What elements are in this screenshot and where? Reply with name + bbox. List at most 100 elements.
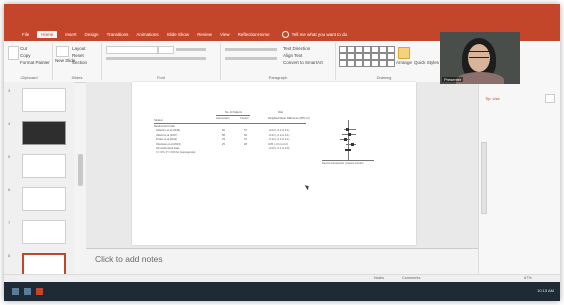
list-controls[interactable] bbox=[225, 48, 277, 51]
slide-thumbnail[interactable] bbox=[22, 187, 66, 211]
clipboard-group: Cut Copy Format Painter Clipboard bbox=[6, 43, 53, 80]
table-cell-ci: 0.05 (−0.1 to 0.2) bbox=[268, 142, 288, 146]
paragraph-group: Text Direction Align Text Convert to Sma… bbox=[221, 43, 336, 80]
zoom-level[interactable]: 67% bbox=[524, 276, 532, 280]
slides-group-label: Slides bbox=[71, 75, 83, 80]
shape-icon[interactable] bbox=[347, 60, 355, 67]
thumbnails-scrollbar[interactable] bbox=[78, 154, 83, 186]
shape-icon[interactable] bbox=[379, 60, 387, 67]
clipboard-group-label: Clipboard bbox=[20, 75, 38, 80]
shape-icon[interactable] bbox=[355, 53, 363, 60]
shape-icon[interactable] bbox=[339, 46, 347, 53]
shape-icon[interactable] bbox=[339, 60, 347, 67]
shape-icon[interactable] bbox=[355, 46, 363, 53]
tell-me-box[interactable]: Tell me what you want to do bbox=[281, 31, 348, 38]
layout-button[interactable]: Layout bbox=[72, 46, 86, 51]
ribbon-tab[interactable]: View bbox=[220, 32, 230, 37]
ribbon-tab[interactable]: Review bbox=[197, 32, 212, 37]
slide-number: 8 bbox=[8, 253, 11, 258]
ribbon-tab[interactable]: Home bbox=[37, 31, 58, 38]
font-size-controls[interactable] bbox=[176, 48, 206, 51]
slide-thumbnail[interactable] bbox=[22, 220, 66, 244]
shape-icon[interactable] bbox=[379, 46, 387, 53]
pane-tip[interactable]: Tip: Use bbox=[485, 96, 500, 101]
convert-smartart-button[interactable]: Convert to SmartArt bbox=[283, 60, 323, 65]
shape-icon[interactable] bbox=[363, 46, 371, 53]
shape-icon[interactable] bbox=[347, 53, 355, 60]
slide-thumbnail[interactable] bbox=[22, 88, 66, 112]
reset-button[interactable]: Reset bbox=[72, 53, 84, 58]
shape-icon[interactable] bbox=[387, 60, 395, 67]
slide-thumbnail[interactable] bbox=[22, 154, 66, 178]
shape-icon[interactable] bbox=[387, 46, 395, 53]
slide-thumbnails-pane: 3 4 5 6 7 8 bbox=[4, 82, 74, 294]
point-3 bbox=[344, 137, 347, 141]
notes-pane[interactable]: Click to add notes bbox=[86, 248, 478, 275]
shape-icon[interactable] bbox=[371, 60, 379, 67]
font-name-box[interactable] bbox=[106, 46, 158, 54]
start-icon[interactable] bbox=[12, 288, 19, 295]
font-group: Font bbox=[102, 43, 221, 80]
slide-number: 5 bbox=[8, 154, 11, 159]
ribbon-tab[interactable]: Insert bbox=[65, 32, 76, 37]
col-sub-intervention: Intervention bbox=[216, 117, 230, 120]
null-line bbox=[348, 120, 349, 160]
shape-icon[interactable] bbox=[363, 60, 371, 67]
slide-number: 3 bbox=[8, 88, 11, 93]
point-4 bbox=[351, 142, 354, 146]
shape-icon[interactable] bbox=[339, 53, 347, 60]
quick-styles-button[interactable]: Quick Styles bbox=[414, 60, 439, 65]
paste-icon[interactable] bbox=[8, 46, 19, 60]
col-header-patients: No. of Patients bbox=[225, 111, 243, 114]
arrange-button[interactable]: Arrange bbox=[396, 60, 412, 65]
copy-button[interactable]: Copy bbox=[20, 53, 31, 58]
taskbar-app-icon[interactable] bbox=[24, 288, 31, 295]
pane-control[interactable] bbox=[545, 94, 555, 103]
slide-thumbnail[interactable] bbox=[22, 121, 66, 145]
ribbon-tab[interactable]: File bbox=[22, 32, 29, 37]
taskbar: 10:15 AM bbox=[4, 282, 560, 301]
pane-scrollbar[interactable] bbox=[481, 142, 487, 214]
slide-number: 6 bbox=[8, 187, 11, 192]
shape-icon[interactable] bbox=[363, 53, 371, 60]
ribbon-tab[interactable]: Transitions bbox=[107, 32, 129, 37]
ribbon-tab[interactable]: Animations bbox=[136, 32, 158, 37]
align-text-button[interactable]: Align Text bbox=[283, 53, 302, 58]
section-button[interactable]: Section bbox=[72, 60, 87, 65]
table-cell-n1: 58 bbox=[222, 133, 225, 137]
ribbon-tab[interactable]: Slide Show bbox=[167, 32, 190, 37]
cut-button[interactable]: Cut bbox=[20, 46, 27, 51]
shape-icon[interactable] bbox=[355, 60, 363, 67]
shape-icon[interactable] bbox=[379, 53, 387, 60]
shape-icon[interactable] bbox=[371, 53, 379, 60]
format-painter-button[interactable]: Format Painter bbox=[20, 60, 50, 65]
ribbon-tab[interactable]: Design bbox=[85, 32, 99, 37]
title-bar bbox=[4, 4, 560, 28]
arrange-icon[interactable] bbox=[398, 47, 410, 59]
presenter-glasses bbox=[469, 51, 489, 58]
comments-toggle[interactable]: Comments bbox=[402, 276, 420, 280]
slide-number: 7 bbox=[8, 220, 11, 225]
drawing-group: Arrange Quick Styles Drawing bbox=[336, 43, 439, 80]
tell-me-text[interactable]: Tell me what you want to do bbox=[292, 32, 348, 37]
shape-icon[interactable] bbox=[387, 53, 395, 60]
text-direction-button[interactable]: Text Direction bbox=[283, 46, 310, 51]
font-size-box[interactable] bbox=[158, 46, 174, 54]
powerpoint-task-icon[interactable] bbox=[36, 288, 43, 295]
shape-icon[interactable] bbox=[347, 46, 355, 53]
ribbon-tab[interactable]: ReflectionHome bbox=[238, 32, 270, 37]
font-format-controls[interactable] bbox=[106, 57, 206, 60]
table-cell-n1: 25 bbox=[222, 142, 225, 146]
current-slide[interactable]: No. of Patients Intervention Control Ris… bbox=[132, 82, 416, 245]
shape-icon[interactable] bbox=[371, 46, 379, 53]
col-sub-control: Control bbox=[240, 117, 249, 120]
new-slide-icon[interactable] bbox=[56, 46, 69, 57]
notes-toggle[interactable]: Notes bbox=[374, 276, 384, 280]
align-controls[interactable] bbox=[225, 57, 277, 60]
webcam-video-feed: Presenter bbox=[440, 32, 520, 84]
lightbulb-icon bbox=[281, 31, 289, 38]
table-cell-n1: 33 bbox=[222, 138, 225, 141]
notes-placeholder[interactable]: Click to add notes bbox=[95, 254, 163, 264]
group-label: Randomized trials bbox=[154, 125, 175, 128]
pooled-label: All randomized trials bbox=[156, 147, 180, 150]
